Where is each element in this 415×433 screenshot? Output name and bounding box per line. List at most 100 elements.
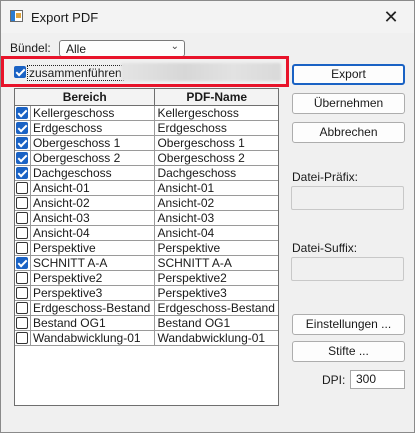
row-checkbox[interactable] (16, 227, 29, 239)
dpi-label: DPI: (322, 373, 346, 387)
table-body: Kellergeschoss Kellergeschoss Erdgeschoss E… (15, 106, 278, 346)
table-row[interactable]: Ansicht-02 Ansicht-02 (15, 196, 278, 211)
pdf-name-cell[interactable]: Ansicht-02 (155, 196, 278, 210)
row-checkbox-cell (15, 151, 31, 165)
merge-checkbox[interactable] (14, 66, 26, 78)
bundle-value: Alle (66, 42, 87, 56)
pens-button-label: Stifte ... (328, 344, 369, 358)
area-cell[interactable]: Dachgeschoss (31, 166, 156, 180)
area-cell[interactable]: Ansicht-03 (31, 211, 156, 225)
area-cell[interactable]: Kellergeschoss (31, 106, 156, 120)
table-row[interactable]: Ansicht-03 Ansicht-03 (15, 211, 278, 226)
row-checkbox[interactable] (16, 197, 29, 209)
table-header: Bereich PDF-Name (15, 89, 278, 106)
pdf-name-cell[interactable]: Perspektive2 (155, 271, 278, 285)
cancel-button[interactable]: Abbrechen (292, 122, 405, 143)
row-checkbox[interactable] (16, 137, 29, 149)
pdf-name-cell[interactable]: Obergeschoss 1 (155, 136, 278, 150)
row-checkbox[interactable] (16, 287, 29, 299)
row-checkbox[interactable] (16, 257, 29, 269)
area-cell[interactable]: Obergeschoss 1 (31, 136, 156, 150)
row-checkbox-cell (15, 166, 31, 180)
table-row[interactable]: Ansicht-01 Ansicht-01 (15, 181, 278, 196)
pdf-name-cell[interactable]: Perspektive (155, 241, 278, 255)
row-checkbox-cell (15, 196, 31, 210)
bundle-dropdown[interactable]: Alle ⌄ (59, 40, 185, 57)
pdf-name-cell[interactable]: Erdgeschoss-Bestand (155, 301, 278, 315)
table-row[interactable]: Ansicht-04 Ansicht-04 (15, 226, 278, 241)
row-checkbox[interactable] (16, 182, 29, 194)
row-checkbox[interactable] (16, 317, 29, 329)
pdf-name-cell[interactable]: Dachgeschoss (155, 166, 278, 180)
area-table: Bereich PDF-Name Kellergeschoss Kellerges… (14, 88, 279, 406)
table-row[interactable]: SCHNITT A-A SCHNITT A-A (15, 256, 278, 271)
suffix-field[interactable] (291, 257, 404, 281)
table-row[interactable]: Perspektive Perspektive (15, 241, 278, 256)
pens-button[interactable]: Stifte ... (292, 341, 405, 362)
pdf-name-cell[interactable]: Perspektive3 (155, 286, 278, 300)
table-row[interactable]: Obergeschoss 1 Obergeschoss 1 (15, 136, 278, 151)
dpi-input[interactable]: 300 (350, 370, 405, 389)
pdf-name-cell[interactable]: Bestand OG1 (155, 316, 278, 330)
area-cell[interactable]: SCHNITT A-A (31, 256, 156, 270)
table-row[interactable]: Wandabwicklung-01 Wandabwicklung-01 (15, 331, 278, 346)
row-checkbox-cell (15, 331, 31, 345)
area-cell[interactable]: Perspektive2 (31, 271, 156, 285)
pdf-name-cell[interactable]: Kellergeschoss (155, 106, 278, 120)
pdf-name-cell[interactable]: Wandabwicklung-01 (155, 331, 278, 345)
bundle-label: Bündel: (10, 41, 51, 55)
row-checkbox[interactable] (16, 332, 29, 344)
apply-button[interactable]: Übernehmen (292, 93, 405, 114)
table-row[interactable]: Perspektive3 Perspektive3 (15, 286, 278, 301)
row-checkbox-cell (15, 136, 31, 150)
area-cell[interactable]: Ansicht-04 (31, 226, 156, 240)
export-button[interactable]: Export (292, 64, 405, 85)
settings-button[interactable]: Einstellungen ... (292, 314, 405, 335)
table-row[interactable]: Dachgeschoss Dachgeschoss (15, 166, 278, 181)
cancel-button-label: Abbrechen (319, 125, 378, 139)
pdf-name-cell[interactable]: Erdgeschoss (155, 121, 278, 135)
area-cell[interactable]: Obergeschoss 2 (31, 151, 156, 165)
table-row[interactable]: Bestand OG1 Bestand OG1 (15, 316, 278, 331)
table-row[interactable]: Erdgeschoss Erdgeschoss (15, 121, 278, 136)
row-checkbox[interactable] (16, 302, 29, 314)
row-checkbox-cell (15, 301, 31, 315)
area-cell[interactable]: Erdgeschoss (31, 121, 156, 135)
area-cell[interactable]: Bestand OG1 (31, 316, 156, 330)
title-bar[interactable]: Export PDF ✕ (1, 1, 414, 33)
pdf-name-cell[interactable]: Ansicht-04 (155, 226, 278, 240)
pdf-name-cell[interactable]: Ansicht-03 (155, 211, 278, 225)
pdf-name-cell[interactable]: Ansicht-01 (155, 181, 278, 195)
merge-label[interactable]: zusammenführen (27, 65, 124, 81)
pdf-name-cell[interactable]: SCHNITT A-A (155, 256, 278, 270)
export-pdf-dialog: Export PDF ✕ Bündel: Alle ⌄ zusammenführ… (0, 0, 415, 433)
row-checkbox-cell (15, 256, 31, 270)
row-checkbox[interactable] (16, 242, 29, 254)
export-button-label: Export (331, 67, 366, 81)
table-row[interactable]: Erdgeschoss-Bestand Erdgeschoss-Bestand (15, 301, 278, 316)
apply-button-label: Übernehmen (313, 96, 384, 110)
area-cell[interactable]: Perspektive3 (31, 286, 156, 300)
table-row[interactable]: Obergeschoss 2 Obergeschoss 2 (15, 151, 278, 166)
area-cell[interactable]: Ansicht-01 (31, 181, 156, 195)
table-row[interactable]: Perspektive2 Perspektive2 (15, 271, 278, 286)
header-area[interactable]: Bereich (15, 89, 156, 105)
row-checkbox[interactable] (16, 122, 29, 134)
row-checkbox-cell (15, 271, 31, 285)
area-cell[interactable]: Ansicht-02 (31, 196, 156, 210)
table-row[interactable]: Kellergeschoss Kellergeschoss (15, 106, 278, 121)
close-icon[interactable]: ✕ (368, 1, 414, 33)
row-checkbox[interactable] (16, 107, 29, 119)
area-cell[interactable]: Erdgeschoss-Bestand (31, 301, 156, 315)
area-cell[interactable]: Wandabwicklung-01 (31, 331, 156, 345)
row-checkbox[interactable] (16, 212, 29, 224)
row-checkbox[interactable] (16, 152, 29, 164)
pdf-name-cell[interactable]: Obergeschoss 2 (155, 151, 278, 165)
settings-button-label: Einstellungen ... (305, 317, 392, 331)
row-checkbox[interactable] (16, 167, 29, 179)
prefix-field[interactable] (291, 186, 404, 210)
row-checkbox[interactable] (16, 272, 29, 284)
area-cell[interactable]: Perspektive (31, 241, 156, 255)
header-pdf-name[interactable]: PDF-Name (155, 89, 278, 105)
row-checkbox-cell (15, 106, 31, 120)
